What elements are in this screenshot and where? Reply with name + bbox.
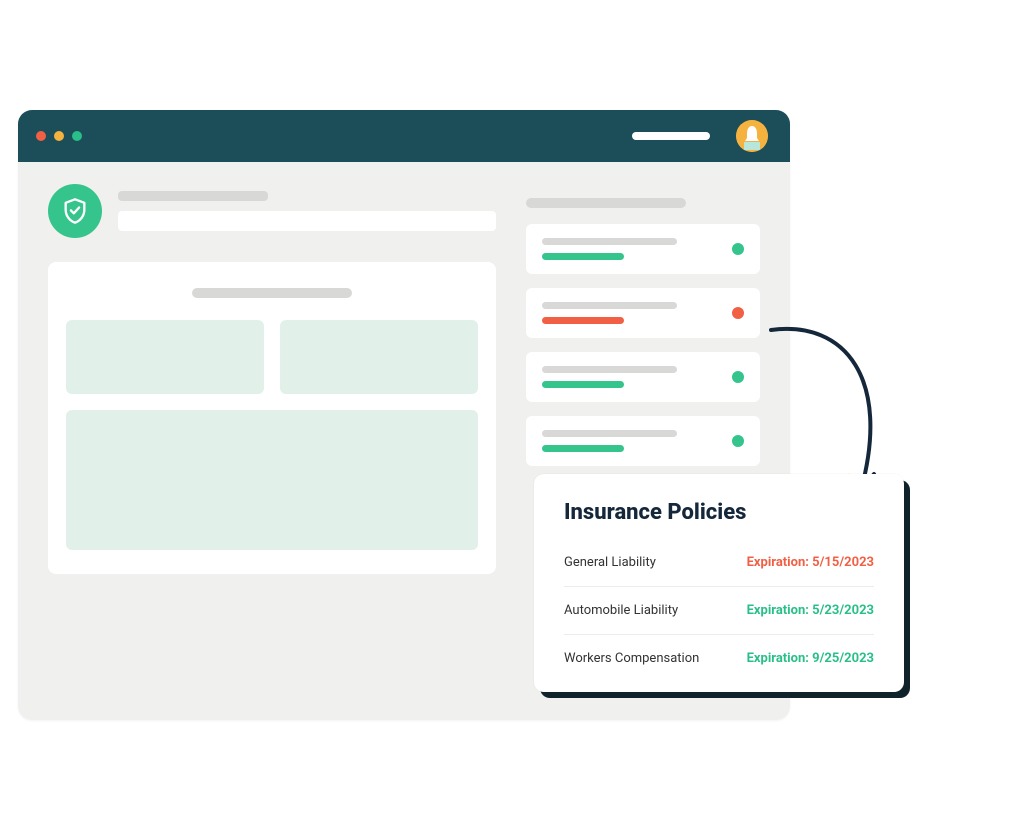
app-logo [48, 184, 102, 238]
window-zoom-button[interactable] [72, 131, 82, 141]
stat-tile[interactable] [280, 320, 478, 394]
status-card[interactable] [526, 352, 760, 402]
status-card[interactable] [526, 224, 760, 274]
chart-tile[interactable] [66, 410, 478, 550]
card-line-placeholder [542, 430, 677, 437]
card-line-placeholder [542, 445, 625, 452]
status-indicator-icon [732, 243, 744, 255]
card-line-placeholder [542, 253, 625, 260]
policy-row[interactable]: General Liability Expiration: 5/15/2023 [564, 539, 874, 587]
main-panel [48, 262, 496, 574]
titlebar-placeholder [632, 132, 710, 140]
titlebar [18, 110, 790, 162]
card-line-placeholder [542, 238, 677, 245]
avatar[interactable] [736, 120, 768, 152]
policy-name: General Liability [564, 555, 656, 570]
title-placeholder [118, 191, 268, 201]
window-close-button[interactable] [36, 131, 46, 141]
policy-expiration: Expiration: 5/15/2023 [747, 555, 874, 570]
shield-check-icon [61, 197, 89, 225]
page-header [48, 184, 496, 238]
panel-title-placeholder [192, 288, 352, 298]
card-line-placeholder [542, 317, 625, 324]
policy-expiration: Expiration: 5/23/2023 [747, 603, 874, 618]
card-line-placeholder [542, 302, 677, 309]
card-line-placeholder [542, 381, 625, 388]
subtitle-placeholder [118, 211, 496, 231]
status-card[interactable] [526, 416, 760, 466]
status-card[interactable] [526, 288, 760, 338]
avatar-bell-icon [736, 120, 768, 152]
window-minimize-button[interactable] [54, 131, 64, 141]
status-indicator-icon [732, 435, 744, 447]
stat-tile[interactable] [66, 320, 264, 394]
policy-row[interactable]: Automobile Liability Expiration: 5/23/20… [564, 587, 874, 635]
status-indicator-icon [732, 371, 744, 383]
policy-row[interactable]: Workers Compensation Expiration: 9/25/20… [564, 635, 874, 682]
traffic-lights [36, 131, 82, 141]
policy-expiration: Expiration: 9/25/2023 [747, 651, 874, 666]
policy-name: Workers Compensation [564, 651, 699, 666]
card-line-placeholder [542, 366, 677, 373]
section-title-placeholder [526, 198, 686, 208]
card-title: Insurance Policies [564, 500, 874, 525]
status-indicator-icon [732, 307, 744, 319]
policy-name: Automobile Liability [564, 603, 678, 618]
main-column [48, 184, 496, 574]
insurance-policies-card: Insurance Policies General Liability Exp… [534, 474, 904, 692]
